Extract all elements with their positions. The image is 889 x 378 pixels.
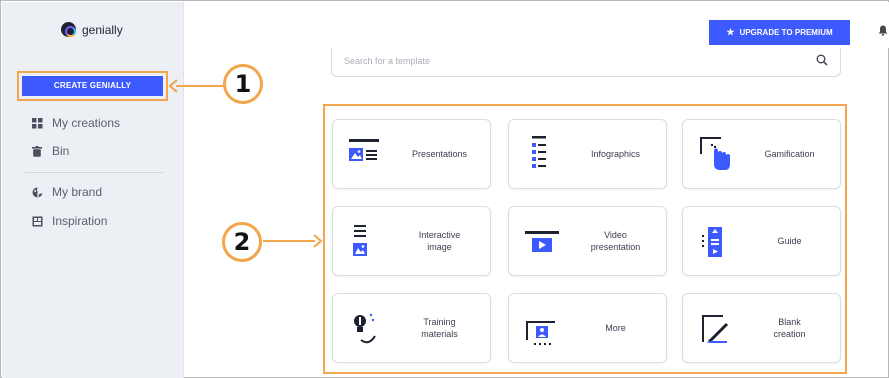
create-button-highlight: CREATE GENIALLY	[17, 71, 168, 101]
sidebar-item-inspiration[interactable]: Inspiration	[31, 214, 107, 228]
template-search-bar	[331, 48, 841, 77]
search-input[interactable]	[344, 54, 784, 68]
search-icon[interactable]	[816, 54, 828, 66]
card-label: Gamification	[764, 149, 815, 159]
card-video-presentation[interactable]: Video presentation	[508, 206, 667, 276]
callout-arrow-1	[168, 79, 224, 93]
card-training-materials[interactable]: Training materials	[332, 293, 491, 363]
interactive-image-icon	[353, 225, 367, 256]
card-label: Presentations	[411, 149, 468, 159]
genially-logo-icon	[61, 22, 76, 37]
training-icon	[354, 313, 376, 344]
create-genially-button[interactable]: CREATE GENIALLY	[22, 76, 163, 96]
star-icon: ★	[726, 27, 735, 37]
sidebar-item-label: Bin	[52, 144, 70, 158]
card-label: Training materials	[421, 317, 458, 339]
video-presentation-icon	[525, 231, 559, 252]
sidebar-item-label: Inspiration	[52, 214, 108, 228]
callout-arrow-2	[263, 234, 323, 248]
card-interactive-image[interactable]: Interactive image	[332, 206, 491, 276]
card-label: More	[605, 323, 626, 333]
palette-icon	[31, 186, 43, 198]
card-blank-creation[interactable]: Blank creation	[682, 293, 841, 363]
callout-badge-1: 1	[223, 64, 263, 104]
blank-creation-icon	[702, 315, 729, 344]
card-label: Blank creation	[773, 317, 806, 339]
card-label: Infographics	[590, 149, 641, 159]
card-gamification[interactable]: Gamification	[682, 119, 841, 189]
upgrade-label: UPGRADE TO PREMIUM	[739, 28, 833, 37]
more-icon	[526, 321, 555, 345]
trash-icon	[31, 145, 43, 157]
card-presentations[interactable]: Presentations	[332, 119, 491, 189]
sidebar-item-my-brand[interactable]: My brand	[31, 185, 102, 199]
notification-bell-icon[interactable]	[878, 25, 888, 39]
top-bar: ★ UPGRADE TO PREMIUM	[185, 2, 889, 48]
card-label: Interactive image	[418, 230, 461, 252]
sidebar-item-my-creations[interactable]: My creations	[31, 116, 120, 130]
sidebar-item-bin[interactable]: Bin	[31, 144, 69, 158]
card-guide[interactable]: Guide	[682, 206, 841, 276]
app-window: genially CREATE GENIALLY My creations Bi…	[0, 0, 889, 378]
presentation-icon	[349, 139, 379, 161]
gamification-icon	[700, 137, 730, 170]
logo-text: genially	[82, 22, 123, 37]
grid-icon	[31, 117, 43, 129]
sidebar-item-label: My creations	[52, 116, 121, 130]
infographic-icon	[532, 136, 546, 168]
callout-badge-2: 2	[222, 222, 262, 262]
logo[interactable]: genially	[61, 22, 123, 37]
sidebar-divider	[25, 172, 163, 173]
inspiration-icon	[31, 215, 43, 227]
card-infographics[interactable]: Infographics	[508, 119, 667, 189]
card-label: Guide	[777, 236, 802, 246]
sidebar-item-label: My brand	[52, 185, 103, 199]
card-more[interactable]: More	[508, 293, 667, 363]
guide-icon	[702, 227, 722, 257]
upgrade-to-premium-button[interactable]: ★ UPGRADE TO PREMIUM	[709, 20, 850, 45]
card-label: Video presentation	[590, 230, 641, 252]
